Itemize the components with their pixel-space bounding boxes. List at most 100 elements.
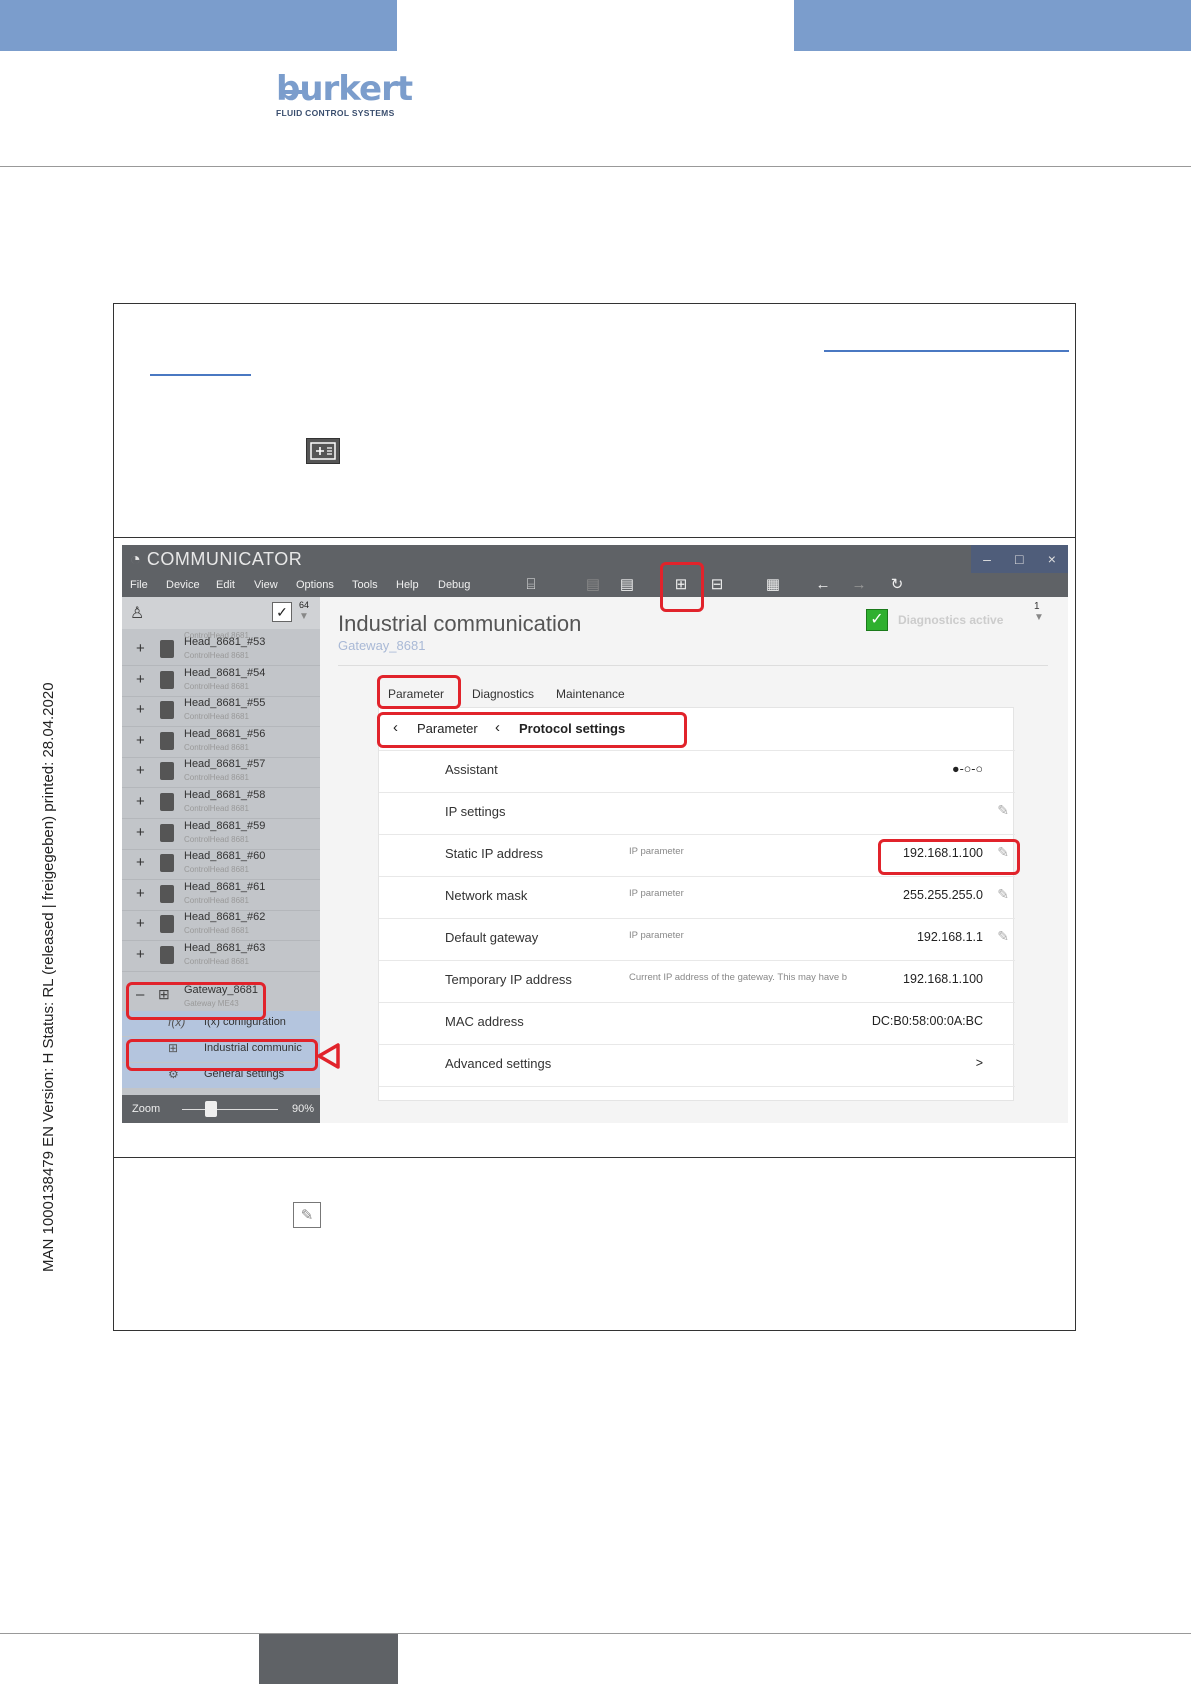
menu-device[interactable]: Device: [166, 579, 200, 591]
minimize-button[interactable]: –: [983, 551, 991, 567]
tree-item-name: Head_8681_#61: [184, 880, 266, 893]
refresh-icon[interactable]: ↻: [886, 576, 908, 594]
highlight-breadcrumb: [377, 712, 687, 748]
zoom-track[interactable]: [182, 1109, 278, 1110]
tree-item[interactable]: + Head_8681_#62 ControlHead 8681: [122, 910, 320, 942]
parameter-row[interactable]: Assistant ●-○-○: [379, 750, 1015, 793]
expand-icon[interactable]: +: [136, 824, 145, 841]
menu-options[interactable]: Options: [296, 579, 334, 591]
expand-icon[interactable]: +: [136, 640, 145, 657]
parameter-row[interactable]: Network mask IP parameter 255.255.255.0 ✎: [379, 876, 1015, 919]
close-button[interactable]: ×: [1048, 551, 1056, 567]
tree-item[interactable]: + Head_8681_#58 ControlHead 8681: [122, 788, 320, 819]
expand-icon[interactable]: +: [136, 762, 145, 779]
app-titlebar: ◔ COMMUNICATOR – □ ×: [122, 545, 1068, 573]
save-icon[interactable]: ▤: [582, 576, 604, 594]
parameter-description: Current IP address of the gateway. This …: [629, 972, 847, 983]
expand-icon[interactable]: +: [136, 793, 145, 810]
checkbox-icon[interactable]: ✓: [272, 602, 292, 622]
tree-item[interactable]: + Head_8681_#63 ControlHead 8681: [122, 941, 320, 972]
expand-icon[interactable]: +: [136, 885, 145, 902]
back-arrow-icon[interactable]: ←: [812, 576, 834, 594]
expand-icon[interactable]: +: [136, 701, 145, 718]
parameter-label: Advanced settings: [445, 1056, 552, 1071]
tree-item-type: ControlHead 8681: [184, 742, 249, 752]
parameter-row[interactable]: MAC address DC:B0:58:00:0A:BC: [379, 1002, 1015, 1045]
add-device-icon: [306, 438, 340, 464]
parameter-label: Temporary IP address: [445, 972, 572, 987]
parameter-label: IP settings: [445, 804, 506, 819]
tree-item-name: Head_8681_#58: [184, 789, 266, 801]
tree-item-name: Head_8681_#55: [184, 697, 266, 710]
highlight-add-device: [660, 562, 704, 612]
pencil-icon[interactable]: ✎: [997, 928, 1009, 945]
pencil-icon[interactable]: ✎: [997, 886, 1009, 903]
tree-item-type: ControlHead 8681: [184, 957, 249, 966]
tree-item-type: ControlHead 8681: [184, 926, 249, 936]
open-folder-icon[interactable]: ⌸: [520, 576, 542, 594]
remove-device-icon[interactable]: ⊟: [706, 576, 728, 594]
parameter-value: 192.168.1.1: [916, 930, 983, 944]
expand-icon[interactable]: +: [136, 671, 145, 688]
table-rule-2: [113, 1157, 1076, 1158]
tab-maintenance[interactable]: Maintenance: [556, 687, 625, 701]
menu-edit[interactable]: Edit: [216, 579, 235, 591]
tree-item[interactable]: + Head_8681_#53 ControlHead 8681: [122, 635, 320, 666]
zoom-slider-thumb[interactable]: [204, 1101, 217, 1117]
tree-item-type: ControlHead 8681: [184, 681, 249, 691]
parameter-row[interactable]: IP settings ✎: [379, 792, 1015, 835]
parameter-row[interactable]: Temporary IP address Current IP address o…: [379, 960, 1015, 1003]
expand-icon[interactable]: +: [136, 915, 145, 932]
device-icon: [160, 946, 174, 964]
tree-item[interactable]: + Head_8681_#61 ControlHead 8681: [122, 880, 320, 911]
expand-icon[interactable]: +: [136, 946, 145, 963]
parameter-label: Network mask: [445, 888, 528, 903]
tree-item-name: Head_8681_#60: [184, 850, 266, 863]
tree-item[interactable]: + Head_8681_#57 ControlHead 8681: [122, 757, 320, 789]
user-icon[interactable]: ♙: [130, 603, 144, 623]
footer-page-block: [259, 1634, 398, 1684]
menu-tools[interactable]: Tools: [352, 579, 378, 591]
tree-item[interactable]: + Head_8681_#56 ControlHead 8681: [122, 727, 320, 758]
pointer-arrow-icon: [317, 1043, 340, 1069]
tree-item-type: ControlHead 8681: [184, 834, 249, 844]
caret-down-icon[interactable]: ▼: [299, 611, 309, 622]
menu-file[interactable]: File: [130, 579, 148, 591]
footer-divider: [0, 1633, 1191, 1634]
parameter-value: ●-○-○: [952, 762, 983, 776]
expand-icon[interactable]: +: [136, 854, 145, 871]
menu-debug[interactable]: Debug: [438, 579, 470, 591]
parameter-description: IP parameter: [629, 888, 684, 899]
tree-item-name: Head_8681_#63: [184, 942, 266, 954]
pencil-icon: ✎: [293, 1202, 321, 1228]
maximize-button[interactable]: □: [1015, 551, 1023, 567]
parameter-label: MAC address: [445, 1014, 524, 1029]
expand-icon[interactable]: +: [136, 732, 145, 749]
device-icon: [160, 701, 174, 720]
zoom-value: 90%: [292, 1103, 315, 1115]
diagnostics-count[interactable]: 1 ▼: [1034, 601, 1044, 623]
forward-arrow-icon[interactable]: →: [848, 576, 870, 594]
highlight-gateway: [126, 982, 266, 1020]
tab-diagnostics[interactable]: Diagnostics: [472, 687, 534, 701]
table-rule-1: [113, 537, 1076, 538]
parameter-label: Static IP address: [445, 846, 544, 861]
device-icon: [160, 670, 174, 689]
menu-view[interactable]: View: [254, 579, 278, 591]
tree-item[interactable]: + Head_8681_#55 ControlHead 8681: [122, 696, 320, 728]
menu-help[interactable]: Help: [396, 579, 419, 591]
tree-item-type: ControlHead 8681: [184, 712, 249, 722]
hyperlink-underline[interactable]: [824, 350, 1069, 352]
parameter-row[interactable]: Default gateway IP parameter 192.168.1.1 ✎: [379, 918, 1015, 961]
save-as-icon[interactable]: ▤: [616, 576, 638, 594]
hyperlink-underline-continued[interactable]: [150, 374, 251, 376]
tree-item[interactable]: + Head_8681_#60 ControlHead 8681: [122, 849, 320, 881]
tree-item-name: Head_8681_#53: [184, 636, 266, 648]
pencil-icon[interactable]: ✎: [997, 802, 1009, 819]
tree-item[interactable]: + Head_8681_#59 ControlHead 8681: [122, 819, 320, 850]
tree-item-type: ControlHead 8681: [184, 651, 249, 660]
device-icon: [160, 823, 174, 842]
tree-item[interactable]: + Head_8681_#54 ControlHead 8681: [122, 666, 320, 697]
parameter-row[interactable]: Advanced settings >: [379, 1044, 1015, 1087]
report-icon[interactable]: ▦: [762, 576, 784, 594]
